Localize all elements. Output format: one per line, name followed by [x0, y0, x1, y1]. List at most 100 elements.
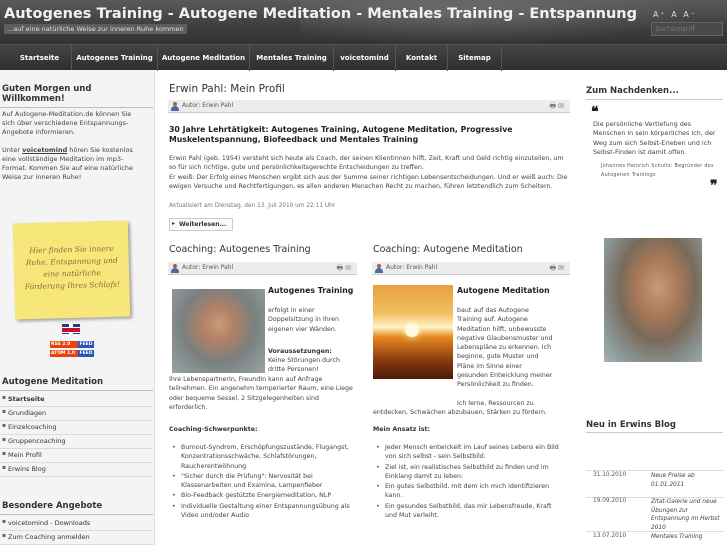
print-email-icons[interactable]: 🖶✉ [550, 264, 566, 275]
list-item: Burnout-Syndrom, Erschöpfungszustände, F… [169, 443, 357, 471]
sidebar-item-erwins-blog[interactable]: Erwins Blog [0, 463, 153, 477]
right-sidebar: Zum Nachdenken... ❝ Die persönliche Vert… [583, 70, 727, 545]
uk-flag-icon[interactable] [62, 324, 80, 334]
col1-author: Autor: Erwin Pahl [182, 264, 234, 271]
article-para-1: Erwin Pahl (geb. 1954) versteht sich heu… [169, 155, 564, 172]
left-sidebar: Guten Morgen und Willkommen! Auf Autogen… [0, 70, 155, 545]
blog-date: 19.09.2010 [593, 498, 627, 504]
nav-kontakt[interactable]: Kontakt [396, 45, 448, 71]
page-title: Erwin Pahl: Mein Profil [169, 83, 285, 95]
sidebar-item-downloads[interactable]: voicetomind - Downloads [0, 517, 153, 531]
list-item: Ein gutes Selbstbild, mit dem ich mich i… [373, 482, 563, 501]
blog-entry[interactable]: 13.07.2010 Mentales Training [586, 531, 724, 545]
quote-author-2: Autogenen Trainings [601, 173, 656, 178]
rss-label: RSS 2.0 [50, 341, 78, 348]
open-quote-icon: ❝ [591, 104, 599, 120]
close-quote-icon: ❞ [710, 178, 718, 194]
site-tagline: ...auf eine natürliche Weise zur inneren… [4, 24, 187, 34]
nav-autogenes-training[interactable]: Autogenes Training [72, 45, 158, 71]
intro-text: Auf Autogene-Meditation.de können Sie si… [2, 110, 132, 136]
col1-requirements-text: Keine Störungen durch dritte Personen! [268, 357, 340, 374]
list-item: "Sicher durch die Prüfung": Nervosität b… [169, 472, 357, 491]
list-item: Ein gesundes Selbstbild, das mir Lebensf… [373, 502, 563, 521]
col1-subheading: Autogenes Training [268, 286, 354, 295]
main-nav: Startseite Autogenes Training Autogene M… [0, 44, 727, 71]
blog-title[interactable]: Mentales Training [651, 533, 724, 542]
sidebar-item-gruppencoaching[interactable]: Gruppencoaching [0, 435, 153, 449]
sunset-photo [373, 285, 453, 379]
main-content: Erwin Pahl: Mein Profil Autor: Erwin Pah… [168, 70, 570, 545]
nav-voicetomind[interactable]: voicetomind [334, 45, 396, 71]
col1-text-2: Ihre LebenspartnerIn, FreundIn kann auf … [169, 376, 353, 411]
sticky-note-text: Hier finden Sie innere Ruhe, Entspannung… [24, 243, 121, 292]
blog-title[interactable]: Zitat-Galerie und neue Übungen zur Entsp… [651, 498, 724, 532]
offers-menu: voicetomind - Downloads Zum Coaching anm… [0, 517, 153, 545]
col1-text-1: erfolgt in einer Doppelsitzung in Ihren … [268, 307, 340, 333]
list-item: Jeder Mensch entwickelt im Lauf seines L… [373, 443, 563, 462]
atom-feed-badge[interactable]: ATOM 1.0 FEED [50, 350, 94, 357]
col1-meta-bar: Autor: Erwin Pahl 🖶✉ [168, 262, 357, 275]
sidebar-item-einzelcoaching[interactable]: Einzelcoaching [0, 421, 153, 435]
erwin-pahl-portrait [604, 238, 702, 362]
col1-bullet-list: Burnout-Syndrom, Erschöpfungszustände, F… [169, 443, 357, 521]
blog-heading: Neu in Erwins Blog [586, 420, 676, 430]
voicetomind-pre: Unter [2, 146, 23, 154]
author-icon [171, 102, 179, 111]
nav-startseite[interactable]: Startseite [8, 45, 72, 71]
blog-title[interactable]: Neue Preise ab 01.01.2011 [651, 472, 724, 489]
offers-heading: Besondere Angebote [0, 501, 153, 515]
col1-requirements-heading: Voraussetzungen: [268, 348, 332, 355]
font-size-controls[interactable]: A⁺ A A⁻ [653, 10, 697, 19]
site-header: Autogenes Training - Autogene Meditation… [0, 0, 727, 44]
voicetomind-link[interactable]: voicetomind [22, 146, 67, 154]
sticky-note-image: Hier finden Sie innere Ruhe, Entspannung… [12, 220, 131, 320]
col2-text-1: baut auf das Autogene Training auf. Auto… [457, 307, 553, 389]
sidebar-item-mein-profil[interactable]: Mein Profil [0, 449, 153, 463]
article-meta-bar: Autor: Erwin Pahl 🖶✉ [168, 100, 570, 113]
nav-autogene-meditation[interactable]: Autogene Meditation [158, 45, 250, 71]
blog-entry[interactable]: 31.10.2010 Neue Preise ab 01.01.2011 [586, 470, 724, 498]
search-input[interactable] [651, 22, 723, 36]
author-icon [171, 264, 179, 273]
divider [586, 99, 723, 100]
author-label: Autor: Erwin Pahl [182, 102, 234, 109]
article-headline: 30 Jahre Lehrtätigkeit: Autogenes Traini… [169, 125, 513, 144]
rss-feed-label: FEED [78, 341, 94, 348]
col2-focus-heading: Mein Ansatz ist: [373, 426, 431, 433]
quote-text: Die persönliche Vertiefung des Menschen … [593, 120, 716, 156]
col2-meta-bar: Autor: Erwin Pahl 🖶✉ [372, 262, 570, 275]
rss-feed-badge[interactable]: RSS 2.0 FEED [50, 341, 94, 348]
col2-subheading: Autogene Meditation [457, 286, 550, 295]
divider [586, 432, 723, 433]
site-title[interactable]: Autogenes Training - Autogene Meditation… [4, 6, 637, 22]
atom-label: ATOM 1.0 [50, 350, 78, 357]
col1-focus-heading: Coaching-Schwerpunkte: [169, 426, 258, 433]
article-para-2: Er weiß: Der Erfolg eines Menschen ergib… [169, 174, 568, 191]
sidebar-menu: Startseite Grundlagen Einzelcoaching Gru… [0, 393, 153, 477]
voicetomind-text: Unter voicetomind hören Sie kostenlos ei… [0, 146, 140, 182]
blog-date: 13.07.2010 [593, 533, 627, 539]
menu-heading: Autogene Meditation [0, 377, 153, 391]
sidebar-item-grundlagen[interactable]: Grundlagen [0, 407, 153, 421]
blog-date: 31.10.2010 [593, 472, 627, 478]
col2-title[interactable]: Coaching: Autogene Meditation [373, 244, 523, 255]
list-item: Ziel ist, ein realistisches Selbstbild z… [373, 463, 563, 482]
sidebar-item-coaching-anmelden[interactable]: Zum Coaching anmelden [0, 531, 153, 545]
read-more-button[interactable]: Weiterlesen... [169, 218, 234, 231]
list-item: Individuelle Gestaltung einer Entspannun… [169, 502, 357, 521]
sidebar-item-startseite[interactable]: Startseite [0, 393, 153, 407]
nav-sitemap[interactable]: Sitemap [448, 45, 502, 71]
greeting-heading: Guten Morgen und Willkommen! [0, 84, 153, 108]
quote-author: Johannes Heinrich Schultz: Begründer des [601, 164, 714, 169]
atom-feed-label: FEED [78, 350, 94, 357]
col2-bullet-list: Jeder Mensch entwickelt im Lauf seines L… [373, 443, 563, 521]
erwin-pahl-photo [172, 289, 265, 373]
print-email-icons[interactable]: 🖶✉ [550, 102, 566, 113]
author-icon [375, 264, 383, 273]
nav-mentales-training[interactable]: Mentales Training [250, 45, 334, 71]
list-item: Bio-Feedback gestützte Energiemeditation… [169, 491, 357, 501]
reflection-heading: Zum Nachdenken... [586, 86, 679, 96]
blog-entry[interactable]: 19.09.2010 Zitat-Galerie und neue Übunge… [586, 496, 724, 532]
col1-title[interactable]: Coaching: Autogenes Training [169, 244, 311, 255]
print-email-icons[interactable]: 🖶✉ [337, 264, 353, 275]
